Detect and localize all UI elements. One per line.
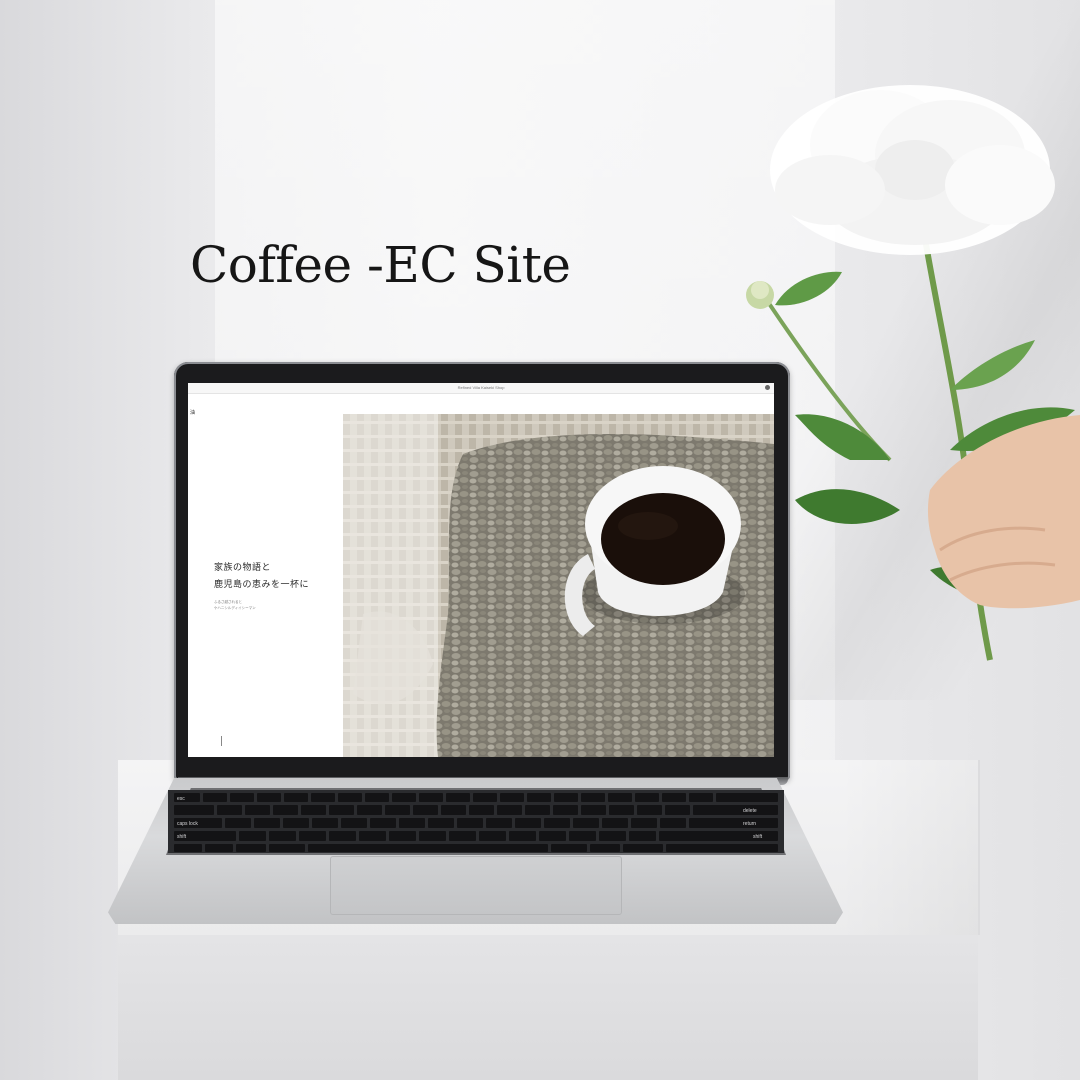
profile-dot-icon[interactable] xyxy=(765,385,770,390)
scroll-line-icon xyxy=(221,736,222,746)
hero-headline-line2: 鹿児島の恵みを一杯に xyxy=(214,580,310,590)
keyboard[interactable]: esc delete return caps lock shift shift xyxy=(168,790,784,853)
browser-address-bar[interactable]: Refined Villa Kaiseki Shop xyxy=(188,383,774,394)
key-shift-right-label: shift xyxy=(753,834,763,840)
site-logo[interactable]: 油 xyxy=(190,409,195,416)
trackpad[interactable] xyxy=(330,856,622,915)
laptop-screen: Refined Villa Kaiseki Shop 油 家族の物語と 鹿児島の… xyxy=(188,383,774,757)
hero-subtext-line2: ケハニシルディイシーマン xyxy=(214,606,256,610)
flower-bud xyxy=(746,281,774,309)
hero-coffee-image xyxy=(343,414,774,757)
key-row-5 xyxy=(174,844,778,852)
flower-stems xyxy=(758,209,993,661)
hero-headline-line1: 家族の物語と xyxy=(214,563,272,573)
url-text[interactable]: Refined Villa Kaiseki Shop xyxy=(188,384,774,391)
key-shift-left-label: shift xyxy=(177,834,187,840)
key-caps-label: caps lock xyxy=(177,821,198,827)
coffee-beans-photo xyxy=(343,414,774,757)
faded-panel xyxy=(343,414,438,757)
key-return-label: return xyxy=(743,821,756,827)
key-row-4 xyxy=(174,831,778,841)
pedestal-side-shade xyxy=(840,760,980,935)
site-left-panel: 油 家族の物語と 鹿児島の恵みを一杯に ふるさ越されると ケハニシルディイシーマ… xyxy=(188,394,343,757)
hand-image xyxy=(927,415,1080,609)
key-row-2 xyxy=(174,805,778,815)
key-delete-label: delete xyxy=(743,808,757,814)
key-esc-label: esc xyxy=(177,796,185,802)
hero-subtext-line1: ふるさ越されると xyxy=(214,600,242,604)
headline-title: Coffee -EC Site xyxy=(190,236,571,294)
flower-bloom xyxy=(770,85,1055,255)
pedestal-front xyxy=(118,935,978,1080)
